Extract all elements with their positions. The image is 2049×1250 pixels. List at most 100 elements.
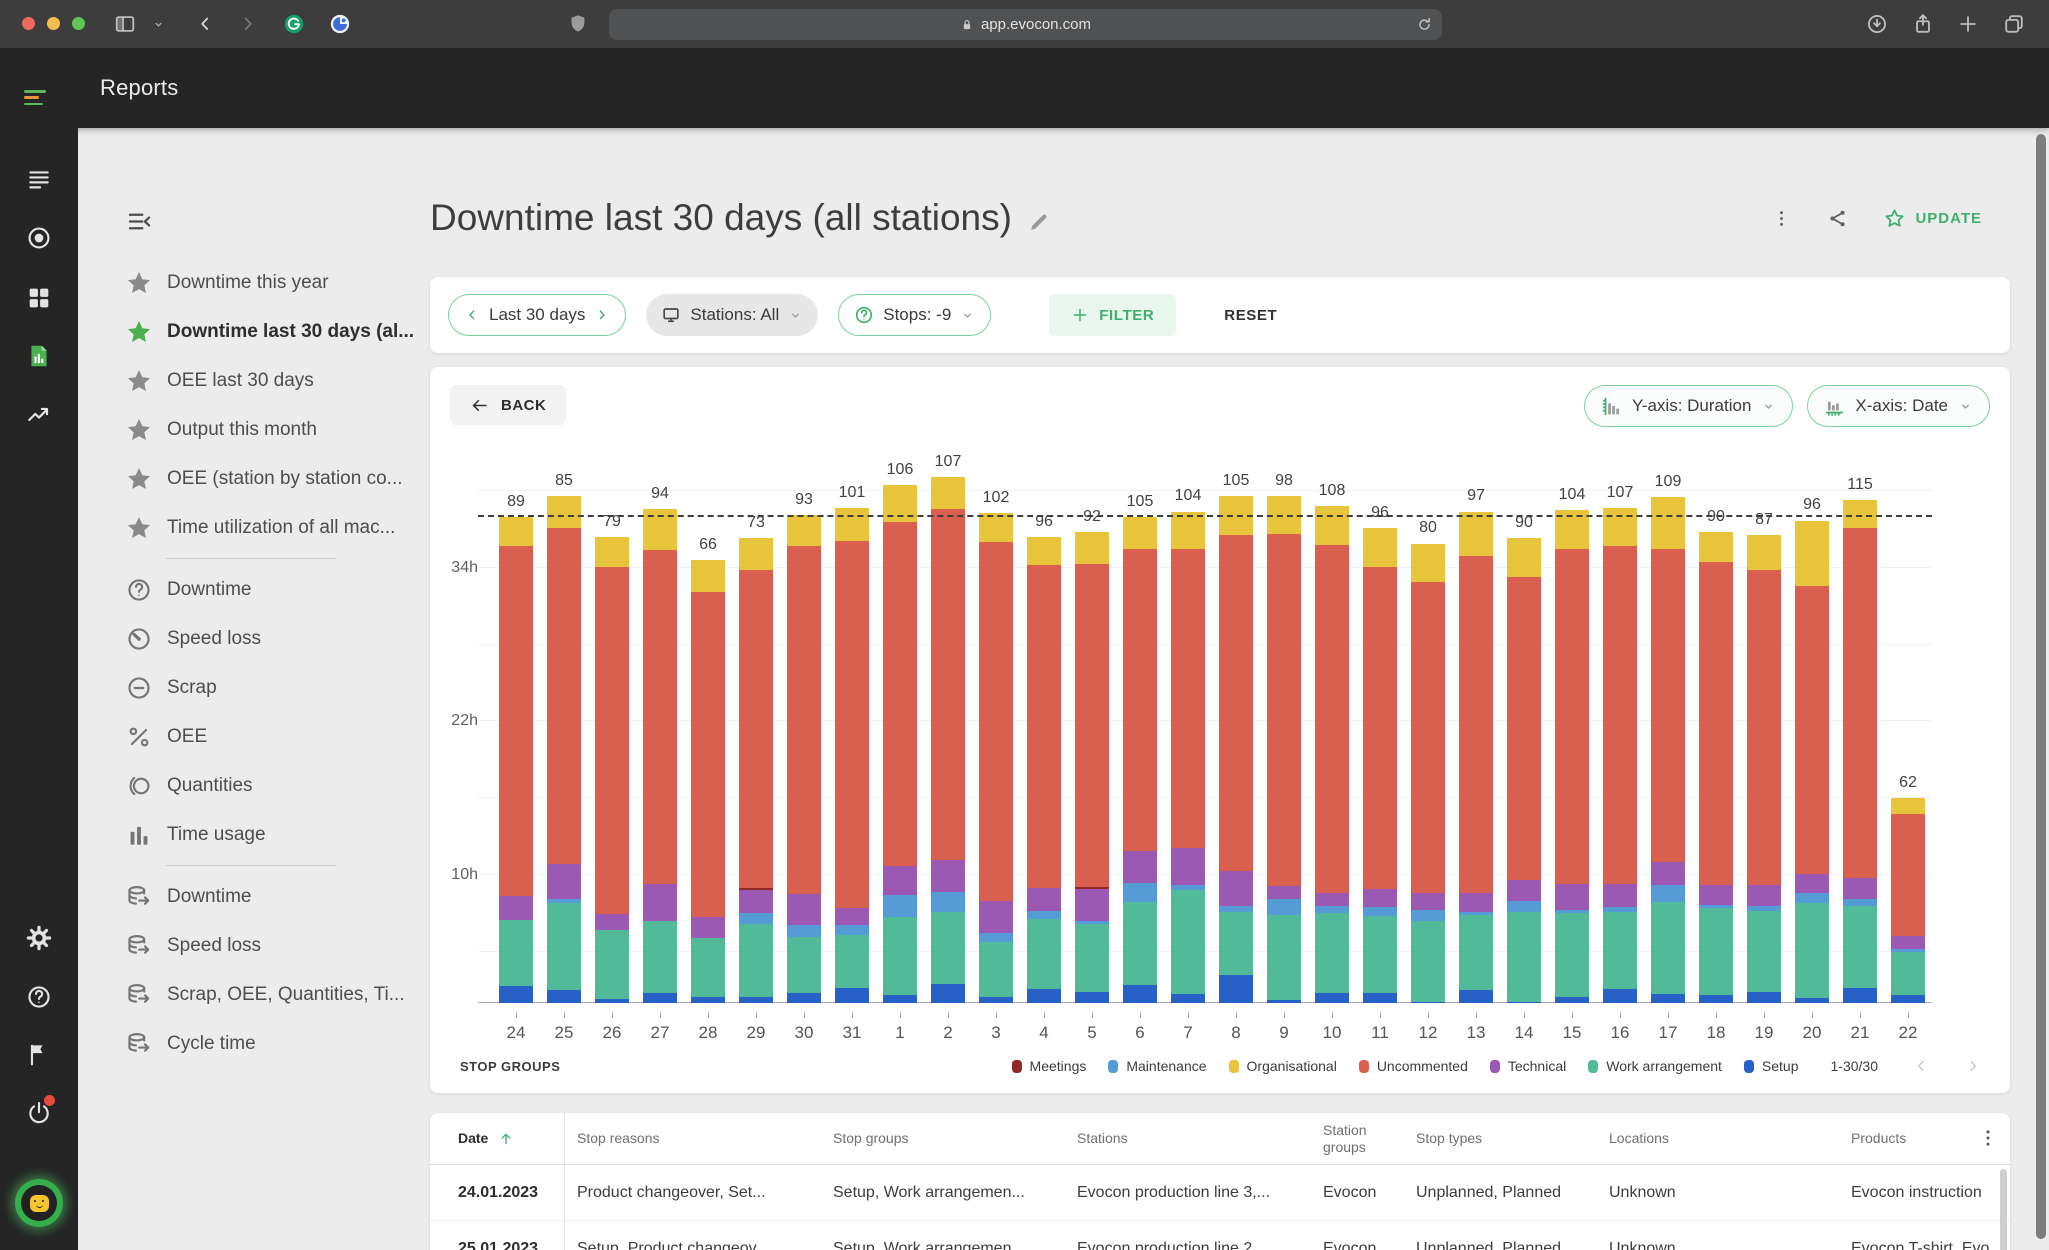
bar-segment-maintenance[interactable] [1027,910,1061,919]
bar-segment-work-arrangement[interactable] [1507,912,1541,1002]
bar-segment-setup[interactable] [1075,991,1109,1003]
sidebar-metric-item[interactable]: Downtime [78,565,430,614]
bar-segment-uncommented[interactable] [1555,548,1589,885]
bar-segment-setup[interactable] [1651,994,1685,1003]
bar-segment-technical[interactable] [979,900,1013,933]
bar-segment-work-arrangement[interactable] [931,912,965,984]
bar-segment-organisational[interactable] [691,560,725,593]
bar-segment-uncommented[interactable] [1459,556,1493,893]
bar-segment-uncommented[interactable] [1603,546,1637,885]
bar-segment-technical[interactable] [1795,873,1829,894]
bar-segment-technical[interactable] [883,866,917,896]
bar-segment-organisational[interactable] [1459,511,1493,557]
stacked-bar[interactable] [1411,543,1445,1003]
table-row[interactable]: 25.01.2023 Setup, Product changeov... Setu… [430,1221,2010,1250]
bar-segment-uncommented[interactable] [979,542,1013,901]
stacked-bar[interactable] [1843,499,1877,1003]
stacked-bar[interactable] [1507,538,1541,1003]
bar-segment-uncommented[interactable] [547,528,581,864]
legend-prev-icon[interactable] [1912,1057,1930,1075]
bar-segment-organisational[interactable] [1171,511,1205,549]
bar-segment-work-arrangement[interactable] [1891,951,1925,996]
next-period-icon[interactable] [594,305,610,325]
back-button[interactable]: BACK [450,385,567,425]
bar-segment-setup[interactable] [1891,995,1925,1003]
bar-segment-setup[interactable] [979,996,1013,1003]
bar-segment-technical[interactable] [1555,884,1589,910]
bar-segment-maintenance[interactable] [835,924,869,936]
bar-segment-uncommented[interactable] [1171,548,1205,849]
sidebar-metric-item[interactable]: Quantities [78,761,430,810]
bar-segment-technical[interactable] [739,890,773,914]
sidebar-metric-item[interactable]: Speed loss [78,614,430,663]
collapse-sidebar-icon[interactable] [126,208,153,235]
bar-segment-organisational[interactable] [1747,534,1781,571]
table-scrollbar[interactable] [2000,1169,2007,1250]
bar-segment-setup[interactable] [1795,997,1829,1003]
bar-segment-organisational[interactable] [1123,516,1157,549]
sidebar-metric-item[interactable]: Scrap [78,663,430,712]
sidebar-export-item[interactable]: Speed loss [78,921,430,970]
bar-segment-organisational[interactable] [1315,506,1349,545]
add-filter-button[interactable]: FILTER [1049,294,1177,336]
bar-segment-organisational[interactable] [1507,538,1541,577]
bar-segment-technical[interactable] [1507,880,1541,901]
bar-segment-setup[interactable] [1411,1001,1445,1003]
bar-segment-work-arrangement[interactable] [595,930,629,1000]
main-menu-icon[interactable] [24,90,48,109]
bar-segment-uncommented[interactable] [1027,565,1061,888]
column-header[interactable]: Date [458,1113,565,1164]
bar-segment-technical[interactable] [1219,871,1253,906]
bar-segment-setup[interactable] [931,983,965,1003]
bar-segment-maintenance[interactable] [1795,893,1829,904]
bar-segment-setup[interactable] [835,987,869,1003]
bar-segment-work-arrangement[interactable] [883,917,917,996]
bar-segment-organisational[interactable] [1363,528,1397,567]
stacked-bar[interactable] [1171,511,1205,1003]
sidebar-report-item[interactable]: Time utilization of all mac... [78,503,430,552]
bar-segment-uncommented[interactable] [1363,566,1397,890]
sidebar-metric-item[interactable]: Time usage [78,810,430,859]
zoom-window-button[interactable] [72,17,85,30]
bar-segment-technical[interactable] [499,895,533,920]
stacked-bar[interactable] [595,537,629,1003]
bar-segment-setup[interactable] [1747,991,1781,1003]
bar-segment-work-arrangement[interactable] [1219,912,1253,975]
bar-segment-uncommented[interactable] [1795,585,1829,874]
bar-segment-organisational[interactable] [1795,520,1829,586]
stacked-bar[interactable] [739,538,773,1003]
help-icon[interactable] [26,984,52,1010]
bar-segment-technical[interactable] [1651,862,1685,886]
bar-segment-uncommented[interactable] [1123,548,1157,851]
bar-segment-setup[interactable] [1459,990,1493,1003]
avatar[interactable] [15,1179,63,1227]
shield-icon[interactable] [567,13,589,35]
bar-segment-technical[interactable] [931,859,965,892]
sidebar-metric-item[interactable]: OEE [78,712,430,761]
bar-segment-maintenance[interactable] [739,913,773,924]
stacked-bar[interactable] [1123,516,1157,1003]
bar-segment-work-arrangement[interactable] [1843,905,1877,988]
back-icon[interactable] [194,13,216,35]
stacked-bar[interactable] [1315,506,1349,1003]
bar-segment-work-arrangement[interactable] [835,935,869,988]
bar-segment-setup[interactable] [1027,988,1061,1003]
bar-segment-organisational[interactable] [1411,543,1445,583]
bar-segment-technical[interactable] [643,884,677,922]
bar-segment-uncommented[interactable] [787,546,821,895]
sidebar-report-item[interactable]: Downtime this year [78,258,430,307]
bar-segment-technical[interactable] [1267,886,1301,900]
bar-segment-work-arrangement[interactable] [643,921,677,993]
stacked-bar[interactable] [1747,534,1781,1003]
table-options-icon[interactable] [1978,1128,1998,1148]
bar-segment-technical[interactable] [595,913,629,931]
whats-new-icon[interactable] [26,1041,52,1067]
bar-segment-organisational[interactable] [1699,532,1733,562]
stacked-bar[interactable] [1219,496,1253,1003]
download-icon[interactable] [1866,13,1888,35]
bar-segment-work-arrangement[interactable] [1555,913,1589,997]
bar-segment-maintenance[interactable] [1267,899,1301,915]
bar-segment-setup[interactable] [1171,994,1205,1003]
column-header[interactable]: Stations [1077,1113,1323,1164]
stacked-bar[interactable] [1603,507,1637,1003]
